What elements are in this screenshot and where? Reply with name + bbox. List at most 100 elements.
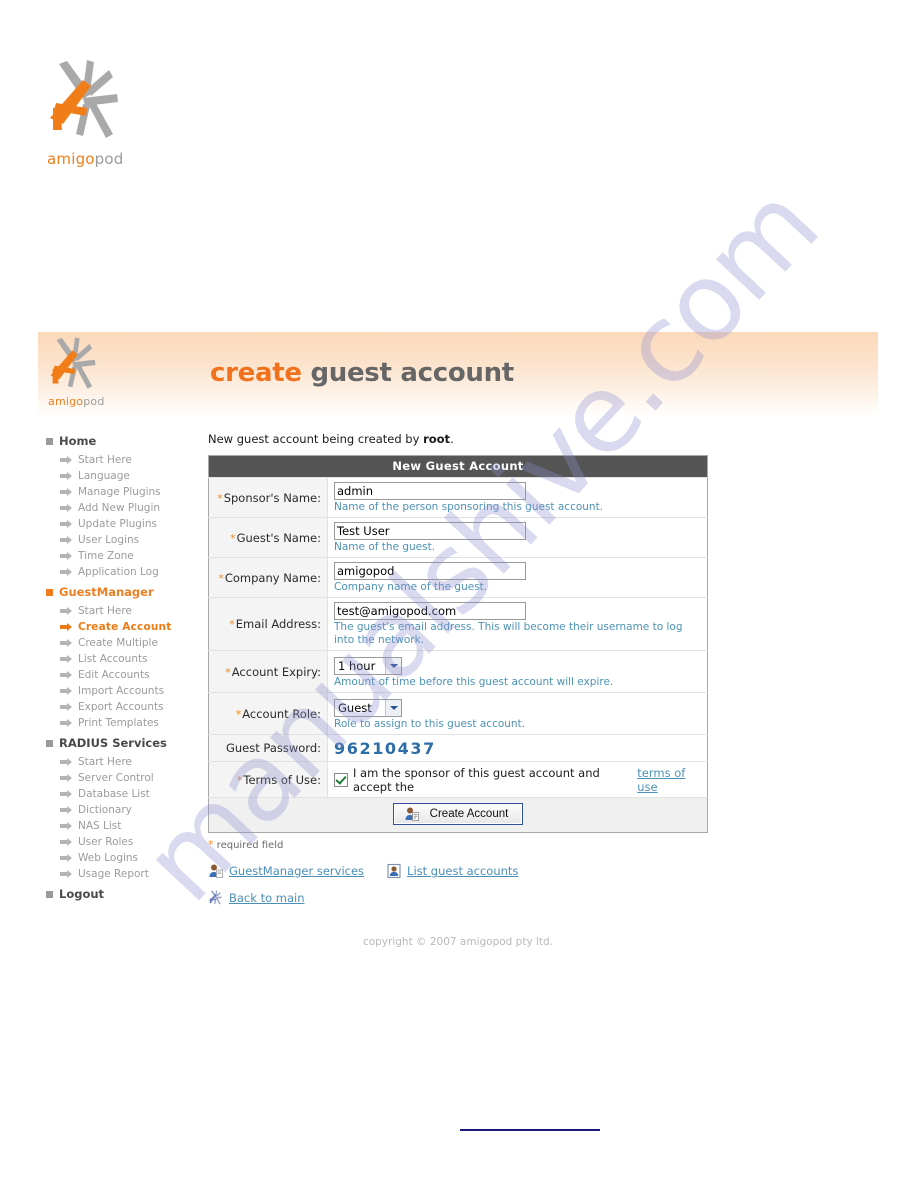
copyright-text: copyright © 2007 amigopod pty ltd. xyxy=(362,936,554,948)
sidebar-item-server-control[interactable]: Server Control xyxy=(60,770,208,786)
arrow-right-icon xyxy=(60,654,73,664)
sidebar-item-radius-start-here[interactable]: Start Here xyxy=(60,754,208,770)
page-title: create guest account xyxy=(210,358,514,388)
bottom-divider xyxy=(460,1129,600,1131)
required-field-note-text: required field xyxy=(213,840,284,851)
list-guest-accounts-label: List guest accounts xyxy=(407,864,519,878)
sidebar-item-label: User Roles xyxy=(78,835,134,848)
sidebar-item-list-accounts[interactable]: List Accounts xyxy=(60,651,208,667)
sidebar-item-create-multiple[interactable]: Create Multiple xyxy=(60,635,208,651)
required-field-note: * required field xyxy=(208,838,878,851)
sidebar-item-label: Export Accounts xyxy=(78,700,164,713)
account-expiry-label: Account Expiry: xyxy=(231,664,321,679)
guest-name-label: Guest's Name: xyxy=(236,530,321,545)
logo-word-amigo: amigo xyxy=(47,150,95,168)
sidebar-navigation: Home Start Here Language Manage Plugins … xyxy=(38,416,208,905)
sidebar-item-label: Print Templates xyxy=(78,716,159,729)
form-table-header: New Guest Account xyxy=(208,455,708,478)
sponsor-name-label-cell: *Sponsor's Name: xyxy=(208,477,328,518)
sidebar-item-edit-accounts[interactable]: Edit Accounts xyxy=(60,667,208,683)
sidebar-item-application-log[interactable]: Application Log xyxy=(60,564,208,580)
sidebar-item-language[interactable]: Language xyxy=(60,468,208,484)
sidebar-item-label: Import Accounts xyxy=(78,684,165,697)
sidebar-section-logout[interactable]: Logout xyxy=(46,887,208,902)
create-account-button[interactable]: Create Account xyxy=(392,803,524,825)
required-asterisk-icon: * xyxy=(218,571,224,585)
sidebar-item-label: Manage Plugins xyxy=(78,485,161,498)
sidebar-item-label: Edit Accounts xyxy=(78,668,150,681)
sidebar-item-print-templates[interactable]: Print Templates xyxy=(60,715,208,731)
sidebar-item-export-accounts[interactable]: Export Accounts xyxy=(60,699,208,715)
required-asterisk-icon: * xyxy=(230,531,236,545)
header-logo[interactable]: amigopod xyxy=(48,336,118,408)
arrow-right-icon xyxy=(60,606,73,616)
sidebar-item-start-here[interactable]: Start Here xyxy=(60,452,208,468)
sidebar-item-user-logins[interactable]: User Logins xyxy=(60,532,208,548)
sidebar-item-gm-start-here[interactable]: Start Here xyxy=(60,603,208,619)
guest-name-label-cell: *Guest's Name: xyxy=(208,517,328,558)
account-role-selected-value: Guest xyxy=(338,701,372,715)
sidebar-item-add-new-plugin[interactable]: Add New Plugin xyxy=(60,500,208,516)
sidebar-item-create-account[interactable]: Create Account xyxy=(60,619,208,635)
terms-of-use-field-cell: I am the sponsor of this guest account a… xyxy=(327,761,708,798)
arrow-right-icon xyxy=(60,535,73,545)
form-row-guest-password: Guest Password: 96210437 xyxy=(208,734,708,762)
arrow-right-icon xyxy=(60,805,73,815)
arrow-right-icon xyxy=(60,718,73,728)
sidebar-section-home[interactable]: Home xyxy=(46,434,208,449)
amigopod-starburst-logo xyxy=(47,58,127,146)
sidebar-item-label: Language xyxy=(78,469,130,482)
sidebar-item-manage-plugins[interactable]: Manage Plugins xyxy=(60,484,208,500)
account-role-field-cell: Guest Role to assign to this guest accou… xyxy=(327,692,708,735)
sidebar-section-guestmanager[interactable]: GuestManager xyxy=(46,585,208,600)
arrow-right-icon xyxy=(60,869,73,879)
new-guest-account-form: New Guest Account *Sponsor's Name: Name … xyxy=(208,455,708,833)
sidebar-item-time-zone[interactable]: Time Zone xyxy=(60,548,208,564)
form-row-sponsor-name: *Sponsor's Name: Name of the person spon… xyxy=(208,477,708,518)
sidebar-item-usage-report[interactable]: Usage Report xyxy=(60,866,208,882)
sidebar-section-label: RADIUS Services xyxy=(59,736,167,750)
account-role-label-cell: *Account Role: xyxy=(208,692,328,735)
company-name-input[interactable] xyxy=(334,562,526,580)
guestmanager-services-link[interactable]: GuestManager services xyxy=(208,863,364,879)
sidebar-item-label: Usage Report xyxy=(78,867,149,880)
arrow-right-icon xyxy=(60,567,73,577)
sidebar-item-label: Start Here xyxy=(78,755,132,768)
account-role-select[interactable]: Guest xyxy=(334,699,402,717)
sidebar-item-import-accounts[interactable]: Import Accounts xyxy=(60,683,208,699)
account-expiry-selected-value: 1 hour xyxy=(338,659,376,673)
sidebar-item-label: Database List xyxy=(78,787,150,800)
back-to-main-link[interactable]: Back to main xyxy=(208,890,305,906)
sidebar-item-user-roles[interactable]: User Roles xyxy=(60,834,208,850)
sidebar-item-dictionary[interactable]: Dictionary xyxy=(60,802,208,818)
sidebar-item-update-plugins[interactable]: Update Plugins xyxy=(60,516,208,532)
terms-of-use-checkbox[interactable] xyxy=(334,773,348,787)
arrow-right-icon xyxy=(60,773,73,783)
form-row-email-address: *Email Address: The guest's email addres… xyxy=(208,597,708,651)
sponsor-name-input[interactable] xyxy=(334,482,526,500)
sidebar-item-database-list[interactable]: Database List xyxy=(60,786,208,802)
guest-name-input[interactable] xyxy=(334,522,526,540)
create-account-button-label: Create Account xyxy=(429,808,509,820)
terms-of-use-link[interactable]: terms of use xyxy=(637,766,703,794)
required-asterisk-icon: * xyxy=(236,773,243,787)
arrow-right-icon xyxy=(60,471,73,481)
email-address-input[interactable] xyxy=(334,602,526,620)
sidebar-item-label: Create Account xyxy=(78,620,172,633)
list-guest-accounts-link[interactable]: List guest accounts xyxy=(386,863,518,879)
sidebar-item-web-logins[interactable]: Web Logins xyxy=(60,850,208,866)
sidebar-section-radius-services[interactable]: RADIUS Services xyxy=(46,736,208,751)
company-name-label-cell: *Company Name: xyxy=(208,557,328,598)
account-role-label: Account Role: xyxy=(242,706,321,721)
sidebar-section-label: GuestManager xyxy=(59,585,154,599)
required-asterisk-icon: * xyxy=(235,707,242,721)
sidebar-item-nas-list[interactable]: NAS List xyxy=(60,818,208,834)
required-asterisk-icon: * xyxy=(217,491,223,505)
sidebar-item-label: Start Here xyxy=(78,604,132,617)
arrow-right-icon xyxy=(60,455,73,465)
account-expiry-select[interactable]: 1 hour xyxy=(334,657,402,675)
arrow-right-icon xyxy=(60,638,73,648)
amigopod-starburst-icon xyxy=(208,890,224,906)
main-content: New guest account being created by root.… xyxy=(208,416,878,948)
arrow-right-icon xyxy=(60,670,73,680)
